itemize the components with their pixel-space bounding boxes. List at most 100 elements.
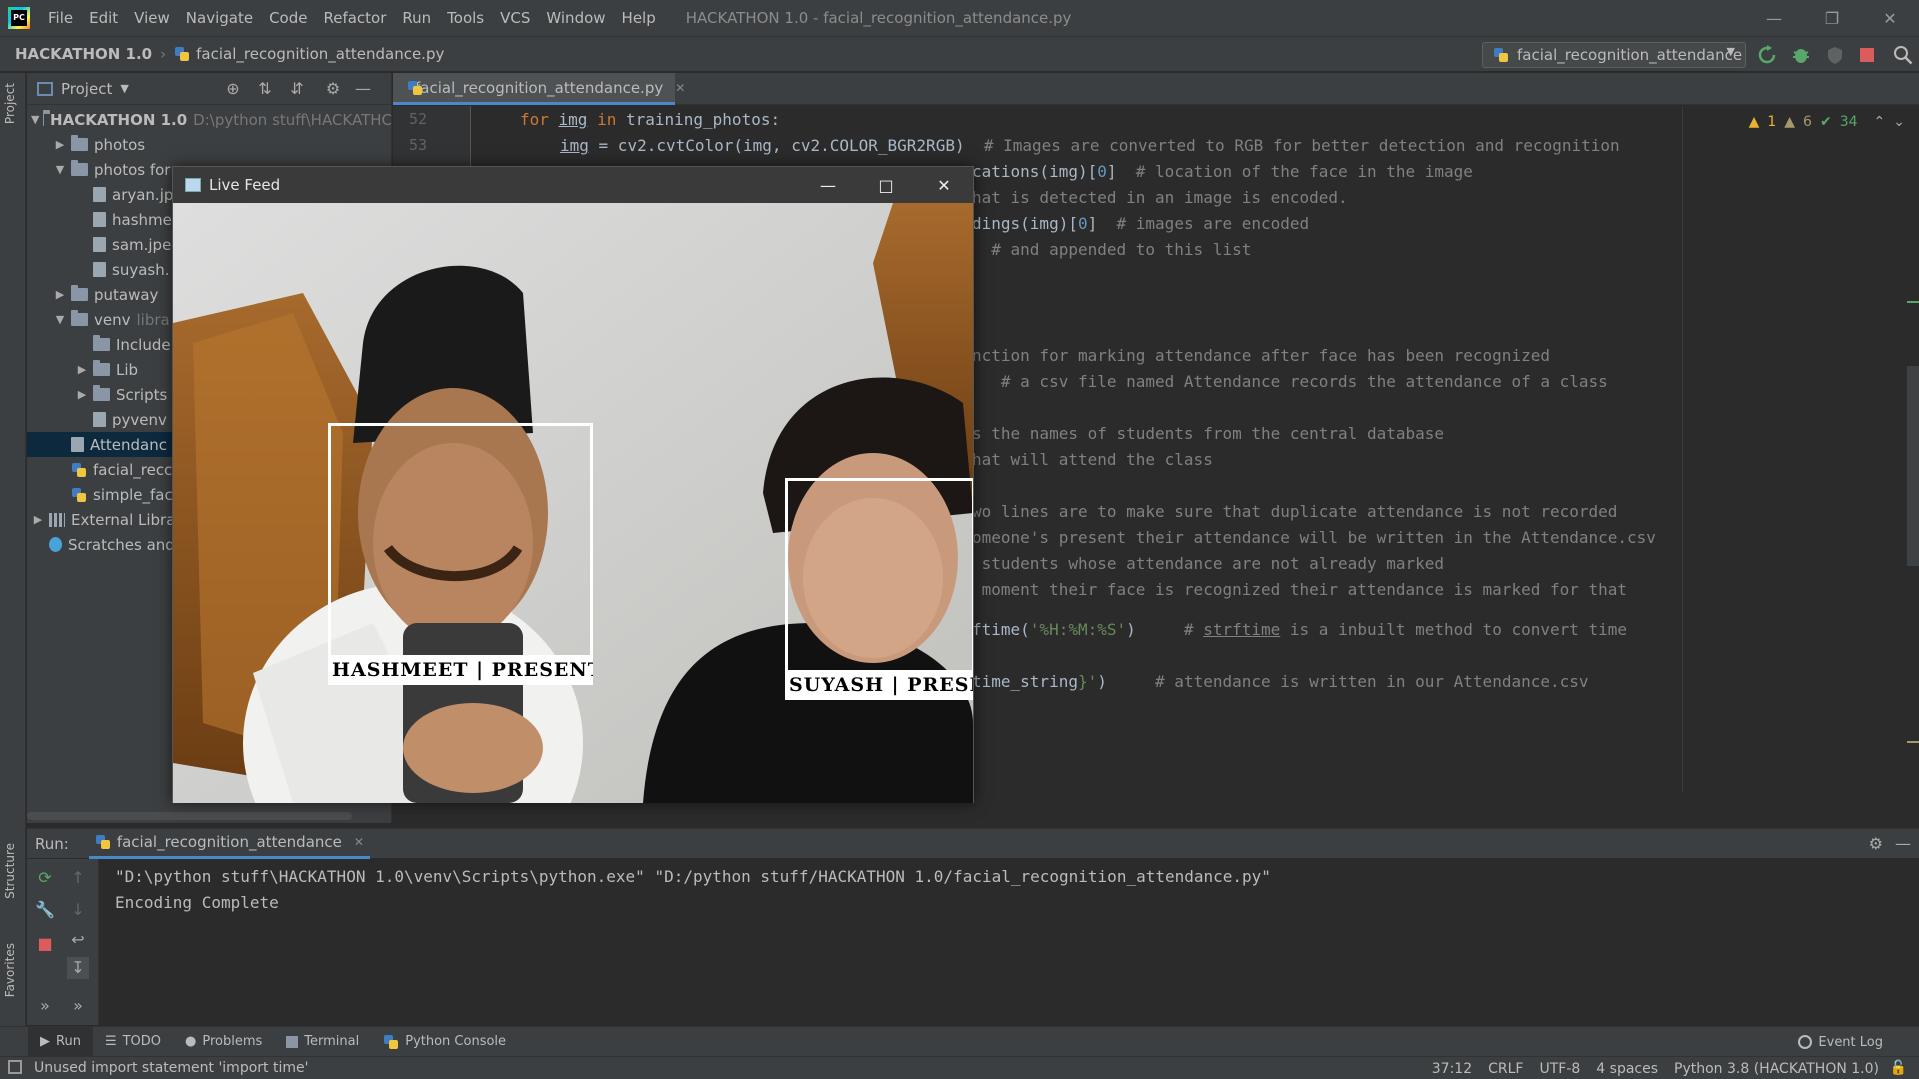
project-panel-header: Project ▼ ⊕ ⇅ ⇵ ⚙ — [27, 73, 391, 105]
image-file-icon [93, 262, 106, 277]
tool-tab-todo[interactable]: ☰ TODO [93, 1027, 173, 1057]
code-line: dings(img)[0] # images are encoded [972, 214, 1309, 233]
editor-vertical-scrollbar[interactable] [1907, 366, 1919, 566]
live-feed-window[interactable]: Live Feed — □ ✕ HASHMEET | PRESENT SUYAS… [172, 166, 974, 803]
event-log-button[interactable]: Event Log [1798, 1027, 1883, 1057]
menu-run[interactable]: Run [394, 0, 439, 36]
close-icon[interactable]: ✕ [1861, 0, 1919, 36]
code-keyword: for [520, 110, 559, 129]
close-icon[interactable]: ✕ [915, 167, 973, 203]
rerun-icon[interactable]: ⟳ [34, 867, 56, 889]
run-toolbar: ⟳ ↑ 🔧 ↓ ■ ↩ ↧ » » [27, 859, 99, 1025]
config-file-icon [93, 412, 106, 427]
minimize-icon[interactable]: — [1745, 0, 1803, 36]
csv-file-icon [71, 437, 84, 452]
maximize-icon[interactable]: □ [857, 167, 915, 203]
python-file-icon [95, 834, 111, 850]
tool-tab-problems[interactable]: ● Problems [173, 1027, 274, 1057]
stop-icon[interactable] [1856, 44, 1878, 66]
more-icon[interactable]: » [67, 995, 89, 1017]
menu-edit[interactable]: Edit [81, 0, 126, 36]
toggle-tool-windows-icon[interactable] [8, 1060, 22, 1074]
menu-view[interactable]: View [126, 0, 178, 36]
scroll-to-end-icon[interactable]: ↧ [67, 957, 89, 979]
lock-icon[interactable]: 🔓 [1890, 1060, 1907, 1076]
menu-vcs[interactable]: VCS [492, 0, 538, 36]
structure-tool-button[interactable]: Structure [3, 843, 17, 899]
hide-panel-icon[interactable]: — [353, 79, 373, 99]
tool-tab-python-console[interactable]: Python Console [371, 1027, 518, 1057]
soft-wrap-icon[interactable]: ↩ [67, 929, 89, 951]
indent-setting[interactable]: 4 spaces [1596, 1061, 1658, 1077]
chevron-down-icon[interactable]: ▼ [31, 113, 39, 126]
code-line-53: img = cv2.cvtColor(img, cv2.COLOR_BGR2RG… [560, 136, 1620, 155]
chevron-up-icon[interactable]: ⌃ [1874, 114, 1886, 130]
inspection-widget[interactable]: ▲ 1 ▲ 6 ✔ 34 ⌃ ⌄ [1749, 114, 1905, 130]
chevron-down-icon[interactable]: ▼ [53, 313, 67, 326]
tree-item-label: aryan.jp [112, 185, 174, 204]
image-file-icon [93, 237, 106, 252]
coverage-icon[interactable] [1824, 44, 1846, 66]
tool-tab-label: Terminal [304, 1034, 360, 1049]
close-tab-icon[interactable]: ✕ [675, 81, 685, 95]
wrench-icon[interactable]: 🔧 [34, 899, 56, 921]
menu-tools[interactable]: Tools [439, 0, 492, 36]
more-icon[interactable]: » [34, 995, 56, 1017]
menu-refactor[interactable]: Refactor [315, 0, 394, 36]
restore-icon[interactable]: ❐ [1803, 0, 1861, 36]
tree-item-note: libra [136, 310, 170, 329]
chevron-right-icon[interactable]: ▶ [53, 288, 67, 301]
expand-all-icon[interactable]: ⇅ [255, 79, 275, 99]
favorites-tool-button[interactable]: Favorites [3, 943, 17, 997]
tree-item-photos[interactable]: ▶ photos [27, 132, 392, 157]
arrow-up-icon[interactable]: ↑ [67, 867, 89, 889]
gear-icon[interactable]: ⚙ [1869, 834, 1883, 853]
menu-window[interactable]: Window [538, 0, 613, 36]
line-separator[interactable]: CRLF [1488, 1061, 1523, 1077]
tree-item-label: suyash. [112, 260, 170, 279]
minimize-icon[interactable]: — [799, 167, 857, 203]
tool-tab-terminal[interactable]: Terminal [274, 1027, 371, 1057]
file-encoding[interactable]: UTF-8 [1539, 1061, 1580, 1077]
menu-help[interactable]: Help [614, 0, 664, 36]
chevron-right-icon[interactable]: ▶ [75, 388, 89, 401]
cursor-position[interactable]: 37:12 [1432, 1061, 1472, 1077]
chevron-down-icon[interactable]: ⌄ [1893, 114, 1905, 130]
run-console[interactable]: "D:\python stuff\HACKATHON 1.0\venv\Scri… [100, 859, 1919, 1025]
collapse-all-icon[interactable]: ⇵ [287, 79, 307, 99]
debug-icon[interactable] [1790, 44, 1812, 66]
run-configuration-selector[interactable]: facial_recognition_attendance ▼ [1482, 42, 1746, 68]
chevron-down-icon[interactable]: ▼ [53, 163, 67, 176]
rerun-icon[interactable] [1756, 44, 1778, 66]
live-feed-title-bar[interactable]: Live Feed — □ ✕ [173, 167, 973, 203]
breadcrumb-separator-icon: › [160, 45, 167, 63]
project-tool-button[interactable]: Project [3, 83, 17, 124]
breadcrumb-file[interactable]: facial_recognition_attendance.py [196, 45, 444, 63]
locate-icon[interactable]: ⊕ [223, 79, 243, 99]
code-line: hat is detected in an image is encoded. [972, 188, 1348, 207]
project-panel-title[interactable]: Project [61, 80, 112, 98]
chevron-right-icon[interactable]: ▶ [31, 513, 45, 526]
run-tab-facial-recognition[interactable]: facial_recognition_attendance ✕ [88, 829, 370, 859]
run-panel-header: Run: facial_recognition_attendance ✕ ⚙ — [27, 828, 1919, 859]
project-horizontal-scrollbar[interactable] [27, 812, 352, 820]
tree-item-project-root[interactable]: ▼ HACKATHON 1.0 D:\python stuff\HACKATHC [27, 107, 392, 132]
chevron-down-icon[interactable]: ▼ [120, 82, 128, 95]
python-interpreter[interactable]: Python 3.8 (HACKATHON 1.0) [1674, 1061, 1879, 1077]
search-icon[interactable] [1892, 44, 1914, 66]
editor-tab-facial-recognition[interactable]: facial_recognition_attendance.py ✕ [393, 73, 685, 105]
menu-code[interactable]: Code [261, 0, 315, 36]
hide-panel-icon[interactable]: — [1895, 834, 1911, 853]
editor-tab-bar: facial_recognition_attendance.py ✕ [393, 73, 1919, 105]
arrow-down-icon[interactable]: ↓ [67, 899, 89, 921]
menu-file[interactable]: File [40, 0, 81, 36]
chevron-right-icon[interactable]: ▶ [53, 138, 67, 151]
chevron-right-icon[interactable]: ▶ [75, 363, 89, 376]
folder-icon [93, 360, 110, 376]
breadcrumb-project[interactable]: HACKATHON 1.0 [15, 45, 152, 63]
close-tab-icon[interactable]: ✕ [354, 835, 364, 849]
tool-tab-run[interactable]: ▶ Run [28, 1026, 93, 1057]
gear-icon[interactable]: ⚙ [323, 79, 343, 99]
menu-navigate[interactable]: Navigate [178, 0, 261, 36]
stop-icon[interactable]: ■ [34, 933, 56, 955]
